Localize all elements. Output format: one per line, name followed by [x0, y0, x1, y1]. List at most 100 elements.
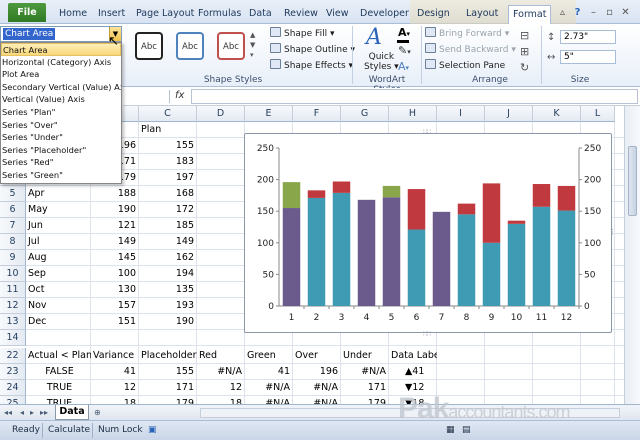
cell-d23[interactable]: #N/A [197, 364, 245, 380]
tab-data[interactable]: Data [245, 5, 276, 24]
dropdown-item[interactable]: Series "Over" [1, 119, 121, 132]
cell-c4[interactable]: 183 [139, 154, 197, 170]
bar-red[interactable] [557, 185, 576, 211]
y2-tick-label[interactable]: 200 [584, 176, 601, 186]
shape-width-input[interactable]: 5" [560, 50, 616, 64]
window-minimize-icon[interactable]: – [587, 6, 600, 19]
new-sheet-icon[interactable]: ⊕ [94, 408, 101, 417]
page-layout-view-icon[interactable]: ▤ [462, 425, 471, 435]
cell-a23[interactable]: FALSE [26, 364, 91, 380]
cell-c7[interactable]: 185 [139, 218, 197, 234]
tab-developer[interactable]: Developer [356, 5, 413, 24]
window-restore-icon[interactable]: ▫ [603, 6, 616, 19]
rotate-icon[interactable]: ↻ [520, 61, 529, 74]
shape-outline-button[interactable]: Shape Outline ▾ [270, 43, 355, 55]
column-header-k[interactable]: K [533, 106, 581, 122]
row-header[interactable]: 14 [0, 330, 26, 346]
x-tick-label[interactable]: 8 [464, 313, 470, 323]
bar-base_teal[interactable] [507, 223, 526, 306]
y2-tick-label[interactable]: 100 [584, 239, 601, 249]
text-effects-icon[interactable]: A▾ [398, 60, 409, 73]
bar-base_teal[interactable] [407, 229, 426, 306]
next-sheet-icon[interactable]: ▸ [30, 408, 34, 417]
column-header-g[interactable]: G [341, 106, 389, 122]
y-tick-label[interactable]: 0 [268, 302, 274, 312]
cell-b13[interactable]: 151 [91, 314, 139, 330]
cell-f23[interactable]: 196 [293, 364, 341, 380]
style-gallery-scroll-icon[interactable]: ▲ ▼ ▾ [250, 30, 255, 60]
row-header[interactable]: 23 [0, 364, 26, 380]
cell-c10[interactable]: 194 [139, 266, 197, 282]
dropdown-item[interactable]: Secondary Vertical (Value) Axis [1, 81, 121, 94]
y-tick-label[interactable]: 200 [257, 176, 274, 186]
bar-red[interactable] [532, 184, 551, 207]
status-calculate[interactable]: Calculate [48, 425, 90, 435]
dropdown-item[interactable]: Series "Red" [1, 156, 121, 169]
row-header[interactable]: 8 [0, 234, 26, 250]
cell-b22[interactable]: Variance [91, 348, 139, 364]
x-tick-label[interactable]: 4 [364, 313, 370, 323]
resize-handle-left[interactable]: ⋮ [241, 228, 248, 236]
x-tick-label[interactable]: 12 [561, 313, 572, 323]
scroll-thumb[interactable] [628, 146, 637, 216]
cell-a22[interactable]: Actual < Plan [26, 348, 91, 364]
cell-e23[interactable]: 41 [245, 364, 293, 380]
y2-tick-label[interactable]: 150 [584, 207, 601, 217]
cell-f22[interactable]: Over [293, 348, 341, 364]
cell-h22[interactable]: Data Labels [389, 348, 437, 364]
dropdown-item[interactable]: Series "Placeholder" [1, 144, 121, 157]
shape-effects-button[interactable]: Shape Effects ▾ [270, 59, 353, 71]
cell-b12[interactable]: 157 [91, 298, 139, 314]
cell-a6[interactable]: May [26, 202, 91, 218]
cell-b24[interactable]: 12 [91, 380, 139, 396]
row-header[interactable]: 9 [0, 250, 26, 266]
cell-c8[interactable]: 149 [139, 234, 197, 250]
text-outline-icon[interactable]: ✎▾ [398, 44, 411, 57]
column-header-f[interactable]: F [293, 106, 341, 122]
cell-b23[interactable]: 41 [91, 364, 139, 380]
dropdown-item[interactable]: Vertical (Value) Axis [1, 93, 121, 106]
x-tick-label[interactable]: 7 [439, 313, 445, 323]
cell-c24[interactable]: 171 [139, 380, 197, 396]
cell-a9[interactable]: Aug [26, 250, 91, 266]
y-tick-label[interactable]: 150 [257, 207, 274, 217]
cell-g22[interactable]: Under [341, 348, 389, 364]
dropdown-item[interactable]: Series "Green" [1, 169, 121, 182]
y2-tick-label[interactable]: 0 [584, 302, 590, 312]
chart-svg[interactable]: 0 050 50100 100150 150200 200250 2501 2 3 4 5 6 7 8 9 1… [245, 134, 611, 332]
bar-red[interactable] [332, 181, 351, 193]
vertical-scrollbar[interactable] [624, 106, 640, 404]
help-icon[interactable]: ? [571, 6, 584, 19]
bar-red[interactable] [507, 220, 526, 224]
chart-area[interactable]: 0 0 50 50 100 100 150 150 200 200 250 250 1 2 3 4 5 6 7 8 9 1… [241, 128, 616, 338]
dropdown-item[interactable]: Horizontal (Category) Axis [1, 56, 121, 69]
cell-a12[interactable]: Nov [26, 298, 91, 314]
column-header-j[interactable]: J [485, 106, 533, 122]
bar-base_teal[interactable] [307, 197, 326, 306]
cell-c5[interactable]: 168 [139, 186, 197, 202]
minimize-ribbon-icon[interactable]: ▵ [556, 6, 569, 19]
bar-green[interactable] [382, 185, 401, 198]
tab-page-layout[interactable]: Page Layout [132, 5, 198, 24]
row-header[interactable]: 13 [0, 314, 26, 330]
y2-tick-label[interactable]: 250 [584, 144, 601, 154]
bar-base_purple[interactable] [282, 208, 301, 306]
cell-h23[interactable]: ▲41 [389, 364, 437, 380]
cell-e24[interactable]: #N/A [245, 380, 293, 396]
x-tick-label[interactable]: 11 [536, 313, 547, 323]
cell-a10[interactable]: Sep [26, 266, 91, 282]
row-header[interactable]: 11 [0, 282, 26, 298]
cell-e22[interactable]: Green [245, 348, 293, 364]
cell-b5[interactable]: 188 [91, 186, 139, 202]
resize-handle-top[interactable]: ∷∷ [423, 128, 431, 136]
bar-base_purple[interactable] [382, 197, 401, 306]
y-tick-label[interactable]: 50 [263, 270, 275, 280]
y2-tick-label[interactable]: 50 [584, 270, 596, 280]
bar-red[interactable] [307, 190, 326, 198]
cell-c3[interactable]: 155 [139, 138, 197, 154]
bring-forward-button[interactable]: Bring Forward ▾ [425, 27, 509, 39]
resize-handle-bottom[interactable]: ∷∷ [423, 330, 431, 338]
selection-pane-button[interactable]: Selection Pane [425, 59, 505, 71]
prev-sheet-icon[interactable]: ◂ [20, 408, 24, 417]
x-tick-label[interactable]: 1 [289, 313, 295, 323]
